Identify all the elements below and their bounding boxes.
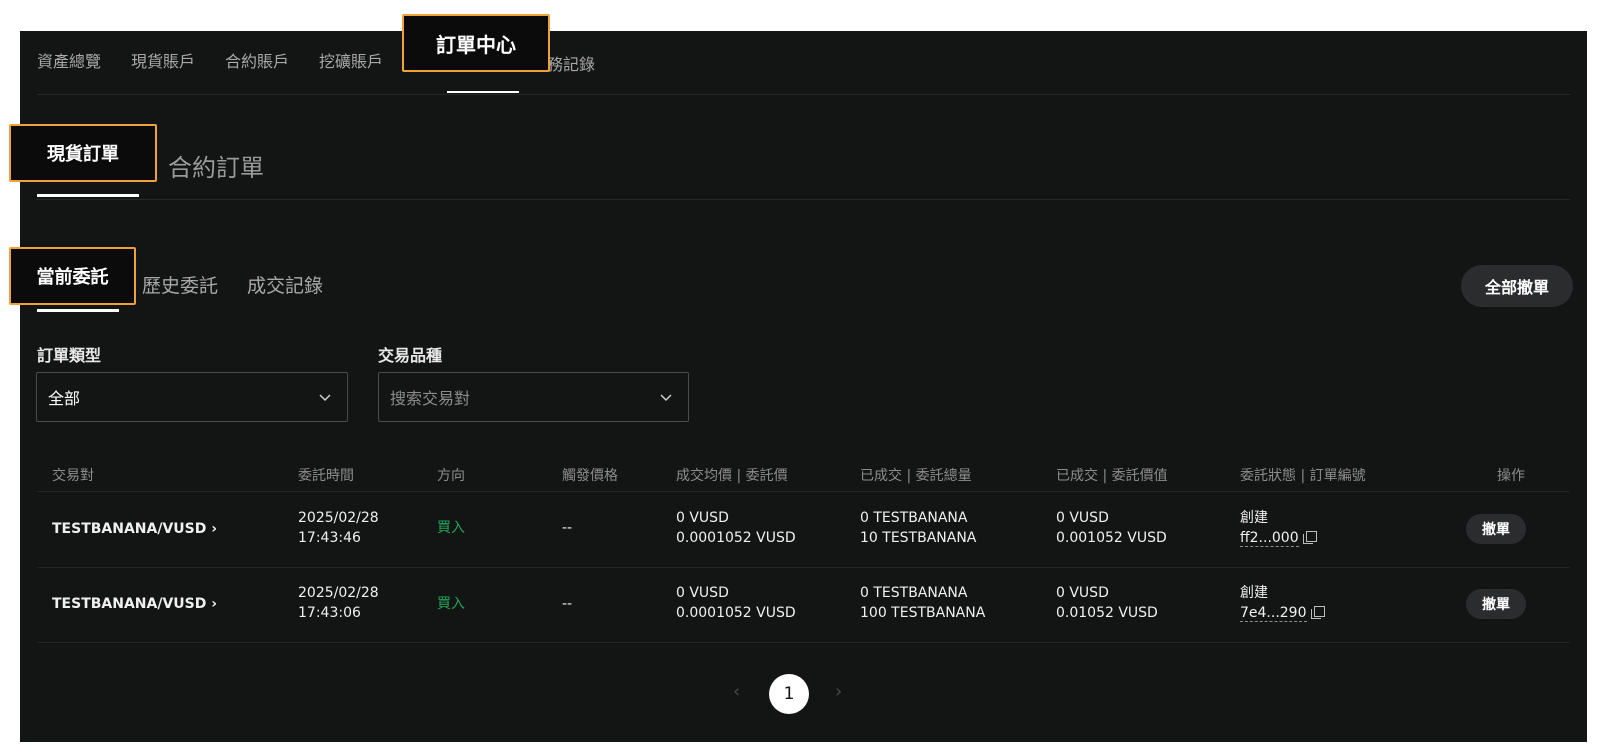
- col-header-value: 已成交 | 委託價值: [1056, 468, 1168, 484]
- total-amount: 10 TESTBANANA: [860, 530, 977, 546]
- trigger-price: --: [562, 520, 573, 536]
- symbol-label: 交易品種: [378, 346, 443, 365]
- cancel-order-button[interactable]: 撤單: [1466, 589, 1526, 619]
- col-header-price: 成交均價 | 委託價: [676, 468, 788, 484]
- order-price: 0.0001052 VUSD: [676, 605, 796, 621]
- order-status: 創建: [1240, 510, 1268, 526]
- status-cell: 創建 ff2...000: [1240, 508, 1317, 548]
- price-cell: 0 VUSD 0.0001052 VUSD: [676, 583, 796, 623]
- col-header-time: 委託時間: [298, 468, 354, 484]
- order-date: 2025/02/28: [298, 585, 379, 601]
- nav-finance-records[interactable]: 務記錄: [547, 51, 595, 93]
- nav-spot-account[interactable]: 現貨賬戶: [131, 51, 195, 73]
- top-nav: 資產總覽 現貨賬戶 合約賬戶 挖礦賬戶: [37, 51, 383, 93]
- order-value: 0.01052 VUSD: [1056, 605, 1158, 621]
- value-cell: 0 VUSD 0.01052 VUSD: [1056, 583, 1158, 623]
- copy-icon[interactable]: [1302, 531, 1317, 544]
- avg-price: 0 VUSD: [676, 510, 729, 526]
- order-value: 0.001052 VUSD: [1056, 530, 1167, 546]
- callout-spot-orders[interactable]: 現貨訂單: [9, 124, 157, 182]
- tab-trade-history[interactable]: 成交記錄: [247, 271, 323, 298]
- pair-label: TESTBANANA/VUSD: [52, 521, 207, 537]
- header-divider: [37, 491, 1570, 492]
- order-center-panel: 資產總覽 現貨賬戶 合約賬戶 挖礦賬戶 務記錄 合約訂單 歷史委託 成交記錄 全…: [20, 31, 1587, 742]
- symbol-search-placeholder: 搜索交易對: [390, 389, 471, 408]
- order-type-select[interactable]: 全部: [36, 372, 348, 422]
- next-page-icon[interactable]: ›: [835, 681, 842, 702]
- order-id: ff2...000: [1240, 530, 1299, 547]
- filled-value: 0 VUSD: [1056, 510, 1109, 526]
- order-status: 創建: [1240, 585, 1268, 601]
- price-cell: 0 VUSD 0.0001052 VUSD: [676, 508, 796, 548]
- amount-cell: 0 TESTBANANA 100 TESTBANANA: [860, 583, 985, 623]
- callout-current-orders[interactable]: 當前委託: [9, 247, 136, 305]
- amount-cell: 0 TESTBANANA 10 TESTBANANA: [860, 508, 976, 548]
- cancel-all-button[interactable]: 全部撤單: [1461, 265, 1573, 307]
- filled-value: 0 VUSD: [1056, 585, 1109, 601]
- tab-futures-orders[interactable]: 合約訂單: [168, 148, 264, 183]
- chevron-down-icon: [319, 394, 331, 402]
- chevron-down-icon: [660, 394, 672, 402]
- value-cell: 0 VUSD 0.001052 VUSD: [1056, 508, 1167, 548]
- nav-futures-account[interactable]: 合約賬戶: [225, 51, 289, 73]
- avg-price: 0 VUSD: [676, 585, 729, 601]
- col-header-action: 操作: [1497, 468, 1525, 484]
- order-tab-active-indicator: [37, 194, 139, 197]
- nav-mining-account[interactable]: 挖礦賬戶: [319, 51, 383, 73]
- row-divider: [37, 642, 1570, 643]
- order-time: 2025/02/28 17:43:06: [298, 583, 379, 623]
- row-divider: [37, 567, 1570, 568]
- chevron-right-icon: ›: [211, 521, 218, 537]
- callout-order-center[interactable]: 訂單中心: [402, 14, 550, 72]
- filled-amount: 0 TESTBANANA: [860, 510, 968, 526]
- copy-icon[interactable]: [1310, 606, 1325, 619]
- table-row-pair[interactable]: TESTBANANA/VUSD ›: [52, 594, 217, 614]
- order-price: 0.0001052 VUSD: [676, 530, 796, 546]
- col-header-side: 方向: [437, 468, 465, 484]
- total-amount: 100 TESTBANANA: [860, 605, 986, 621]
- order-id: 7e4...290: [1240, 605, 1307, 622]
- nav-active-indicator: [447, 91, 519, 93]
- filled-amount: 0 TESTBANANA: [860, 585, 968, 601]
- order-side: 買入: [437, 596, 465, 612]
- order-clock: 17:43:46: [298, 530, 361, 546]
- order-type-value: 全部: [48, 389, 81, 408]
- chevron-right-icon: ›: [211, 596, 218, 612]
- status-cell: 創建 7e4...290: [1240, 583, 1325, 623]
- tab-order-history[interactable]: 歷史委託: [142, 271, 218, 298]
- col-header-amount: 已成交 | 委託總量: [860, 468, 972, 484]
- col-header-pair: 交易對: [52, 468, 94, 484]
- order-time: 2025/02/28 17:43:46: [298, 508, 379, 548]
- sub-tab-active-indicator: [37, 309, 119, 312]
- pair-label: TESTBANANA/VUSD: [52, 596, 207, 612]
- trigger-price: --: [562, 596, 573, 612]
- order-tab-divider: [37, 199, 1570, 200]
- cancel-order-button[interactable]: 撤單: [1466, 514, 1526, 544]
- col-header-trigger: 觸發價格: [562, 468, 618, 484]
- page-1-button[interactable]: 1: [769, 674, 809, 714]
- order-clock: 17:43:06: [298, 605, 361, 621]
- order-side: 買入: [437, 520, 465, 536]
- order-date: 2025/02/28: [298, 510, 379, 526]
- nav-divider: [37, 94, 1570, 95]
- nav-asset-overview[interactable]: 資產總覽: [37, 51, 101, 73]
- symbol-search-select[interactable]: 搜索交易對: [378, 372, 689, 422]
- table-row-pair[interactable]: TESTBANANA/VUSD ›: [52, 519, 217, 539]
- order-type-label: 訂單類型: [37, 346, 102, 365]
- col-header-status: 委託狀態 | 訂單編號: [1240, 468, 1366, 484]
- prev-page-icon[interactable]: ‹: [733, 681, 740, 702]
